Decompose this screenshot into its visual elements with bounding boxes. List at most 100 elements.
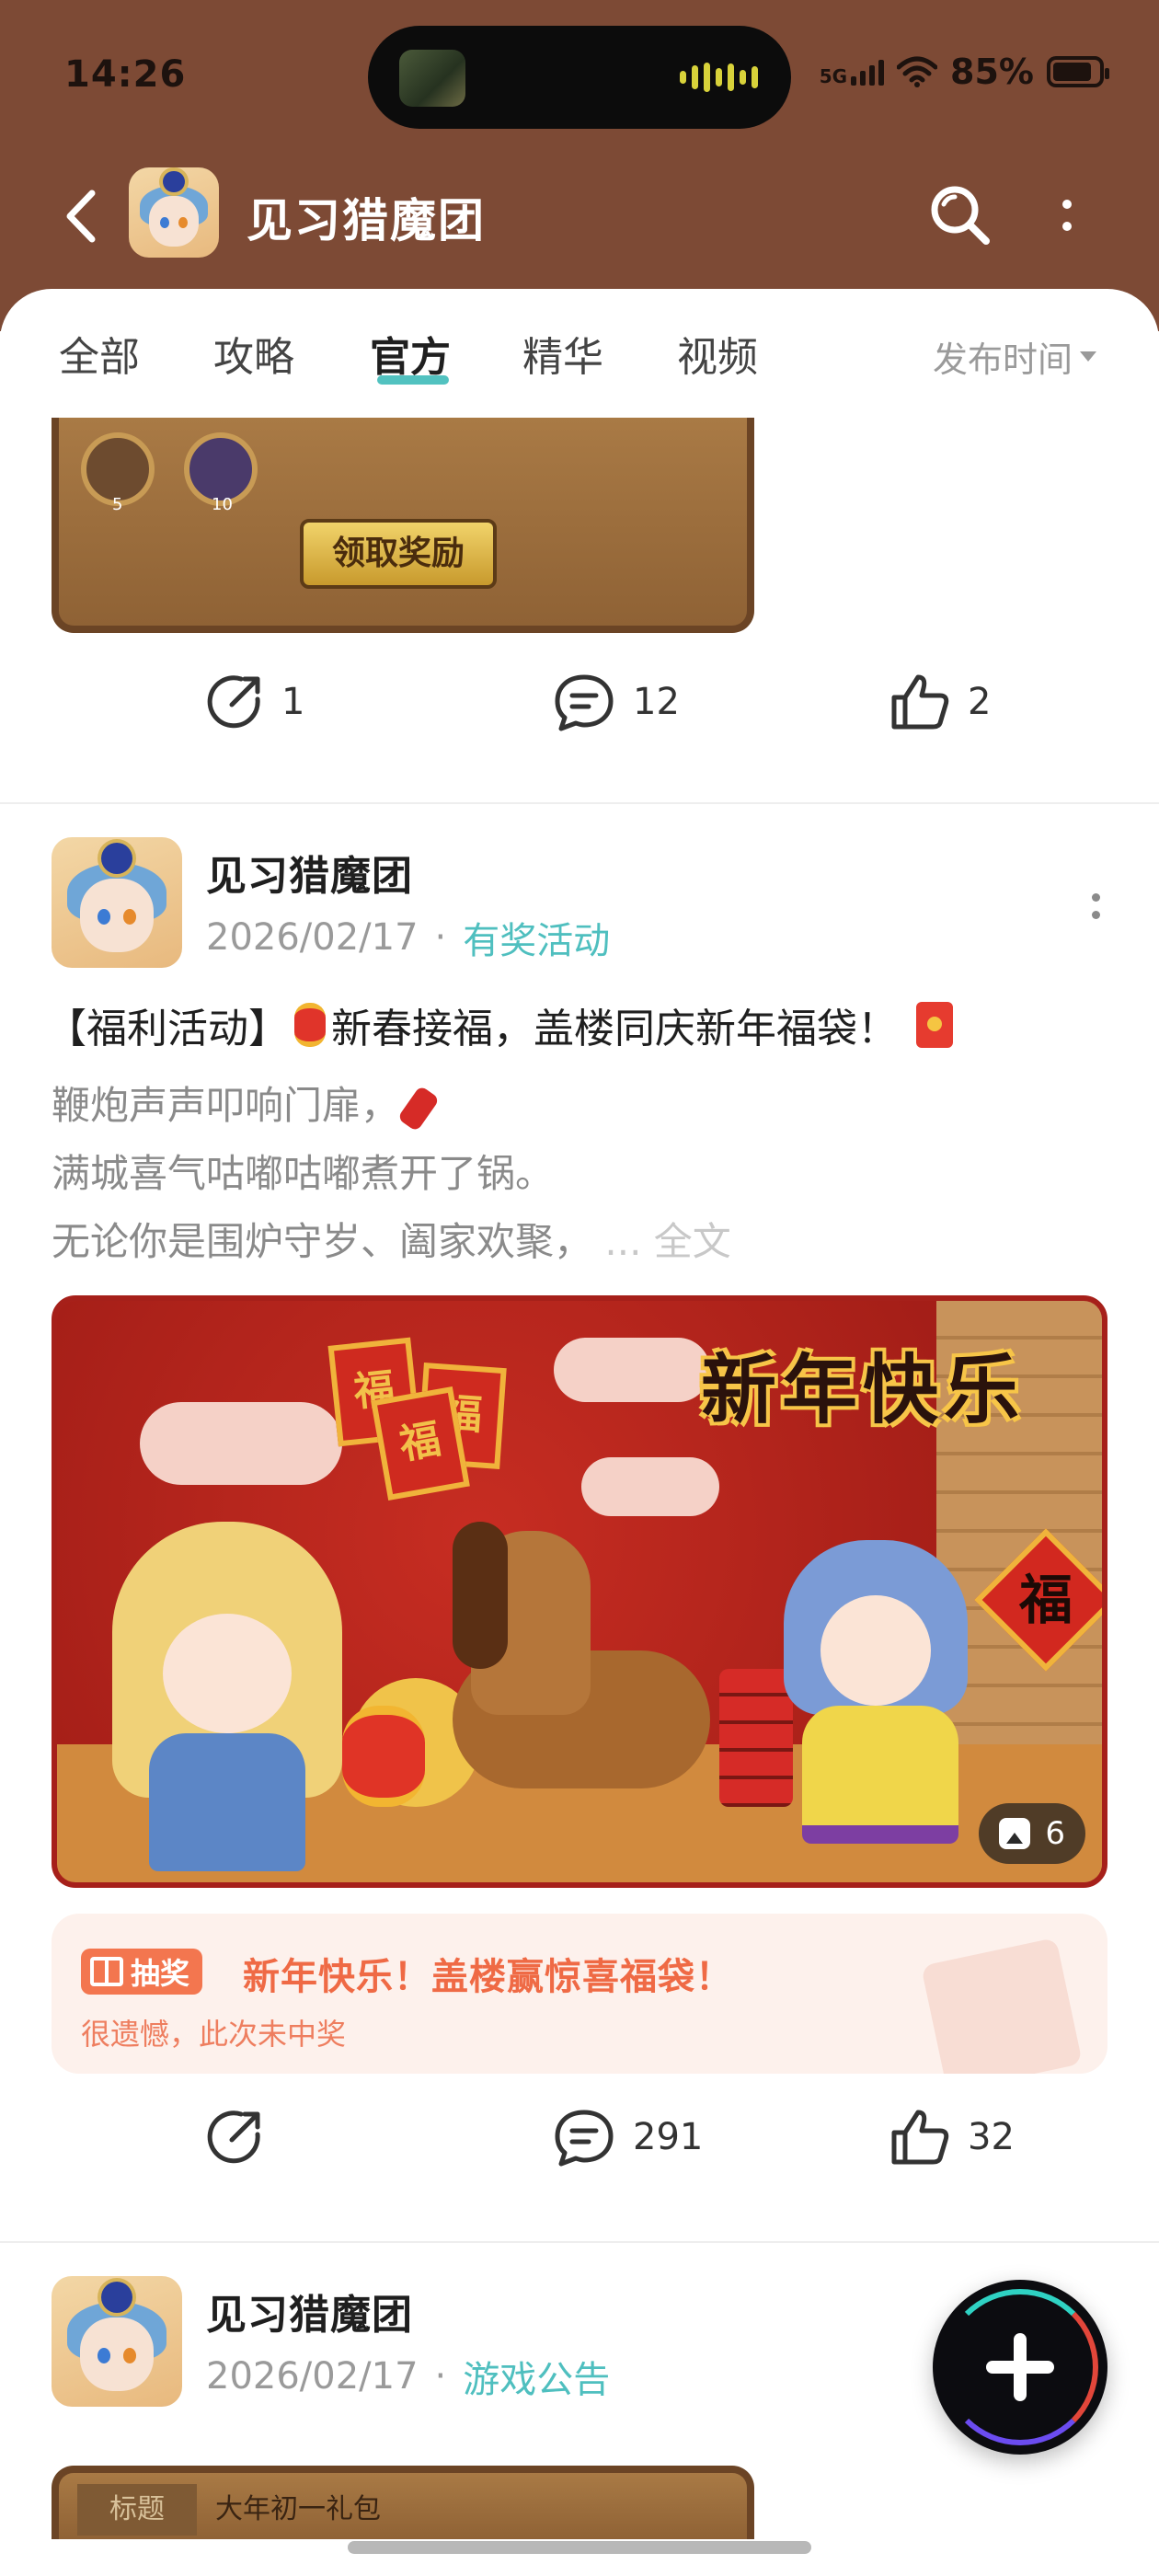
tab-official[interactable]: 官方 <box>370 324 451 383</box>
post-actions: 291 32 <box>0 2107 1159 2199</box>
comment-button[interactable]: 291 <box>552 2107 703 2168</box>
meta-separator: · <box>434 2355 447 2398</box>
post-image[interactable]: 5 10 领取奖励 <box>52 418 754 633</box>
more-vertical-icon[interactable] <box>1049 178 1085 252</box>
wifi-icon <box>897 56 938 87</box>
lottery-badge-label: 抽奖 <box>131 1956 190 1991</box>
like-button[interactable]: 32 <box>889 2107 1015 2168</box>
comment-count: 291 <box>633 2116 704 2158</box>
reward-count: 5 <box>112 495 123 514</box>
character-left <box>112 1522 342 1871</box>
cloud-shape <box>554 1338 710 1402</box>
post-image[interactable]: 标题 大年初一礼包 <box>52 2466 754 2539</box>
cloud-shape <box>581 1457 719 1516</box>
image-label-value: 大年初一礼包 <box>215 2493 381 2525</box>
status-time: 14:26 <box>64 53 187 96</box>
post-divider <box>0 2241 1159 2243</box>
battery-icon <box>1047 56 1109 87</box>
plus-icon <box>1014 2333 1027 2401</box>
share-button[interactable] <box>204 2107 281 2168</box>
battery-percent: 85% <box>950 52 1034 92</box>
horse-character <box>416 1512 719 1816</box>
post-more-icon[interactable] <box>1082 883 1109 929</box>
tab-all[interactable]: 全部 <box>59 324 140 383</box>
sort-label: 发布时间 <box>933 339 1073 380</box>
share-count: 1 <box>281 681 305 723</box>
post-actions: 1 12 2 <box>0 672 1159 764</box>
comment-icon <box>555 674 614 731</box>
tab-featured[interactable]: 精华 <box>522 324 603 383</box>
post-divider <box>0 802 1159 804</box>
audio-wave-icon <box>680 63 758 92</box>
reward-count: 10 <box>212 495 233 514</box>
network-label: 5G <box>819 65 848 87</box>
share-icon <box>207 675 260 729</box>
author-avatar[interactable] <box>52 2276 182 2407</box>
fu-card: 福 <box>371 1386 470 1501</box>
tab-bar: 全部 攻略 官方 精华 视频 发布时间 <box>0 289 1159 418</box>
post-header: 见习猎魔团 2026/02/17 · 有奖活动 <box>52 837 1109 975</box>
search-icon[interactable] <box>924 178 997 252</box>
image-icon <box>999 1818 1031 1849</box>
image-count: 6 <box>1045 1815 1065 1852</box>
post-title-text: 新春接福，盖楼同庆新年福袋！ <box>331 1006 898 1052</box>
meta-separator: · <box>434 916 447 959</box>
post-category-tag[interactable]: 有奖活动 <box>463 911 610 964</box>
status-bar: 14:26 5G 85% <box>0 0 1159 156</box>
comment-button[interactable]: 12 <box>552 672 680 732</box>
signal-icon <box>851 58 885 86</box>
share-icon <box>207 2110 260 2164</box>
comment-icon <box>555 2110 614 2167</box>
image-label: 标题 <box>77 2484 197 2536</box>
lottery-badge: 抽奖 <box>81 1949 203 1995</box>
author-name[interactable]: 见习猎魔团 <box>206 2282 413 2340</box>
author-name[interactable]: 见习猎魔团 <box>206 843 413 902</box>
create-post-button[interactable] <box>933 2280 1107 2455</box>
lottery-card[interactable]: 抽奖 新年快乐！盖楼赢惊喜福袋！ 很遗憾，此次未中奖 <box>52 1914 1107 2074</box>
post-category-tag[interactable]: 游戏公告 <box>463 2350 610 2403</box>
thumbs-up-icon <box>891 2110 949 2165</box>
author-avatar[interactable] <box>52 837 182 968</box>
excerpt-text: 无论你是围炉守岁、阖家欢聚， <box>52 1219 593 1264</box>
tab-guides[interactable]: 攻略 <box>213 324 294 383</box>
post-excerpt-line: 无论你是围炉守岁、阖家欢聚， ... 全文 <box>52 1211 731 1267</box>
lantern-icon <box>342 1706 425 1807</box>
tab-videos[interactable]: 视频 <box>677 324 758 383</box>
post-excerpt-line: 鞭炮声声叩响门扉， <box>52 1075 441 1132</box>
image-count-badge[interactable]: 6 <box>979 1803 1085 1864</box>
share-button[interactable]: 1 <box>204 672 304 732</box>
post-banner-image[interactable]: 福 福 福 新年快乐 福 6 <box>52 1295 1107 1888</box>
excerpt-text: 鞭炮声声叩响门扉， <box>52 1083 400 1128</box>
media-thumbnail <box>399 50 465 107</box>
post-date: 2026/02/17 <box>206 2355 419 2398</box>
dynamic-island[interactable] <box>368 26 791 129</box>
active-tab-indicator <box>377 375 449 385</box>
caret-down-icon <box>1080 351 1097 362</box>
post-title[interactable]: 【福利活动】 新春接福，盖楼同庆新年福袋！ <box>46 995 1131 1054</box>
home-indicator[interactable] <box>348 2541 811 2554</box>
post-meta: 2026/02/17 · 有奖活动 <box>206 911 610 964</box>
lottery-title: 新年快乐！盖楼赢惊喜福袋！ <box>243 1956 733 1998</box>
sort-dropdown[interactable]: 发布时间 <box>933 331 1097 382</box>
status-indicators: 5G 85% <box>819 52 1109 92</box>
character-right <box>775 1540 977 1844</box>
community-avatar[interactable] <box>129 167 219 258</box>
battery-fill <box>1053 63 1091 81</box>
claim-reward-button: 领取奖励 <box>300 519 497 589</box>
excerpt-text: 满城喜气咕嘟咕嘟煮开了锅。 <box>52 1151 555 1196</box>
read-more-link[interactable]: ... 全文 <box>604 1219 730 1264</box>
like-button[interactable]: 2 <box>889 672 991 732</box>
lantern-icon <box>294 1003 326 1047</box>
cloud-shape <box>140 1402 342 1485</box>
chevron-left-icon[interactable] <box>59 186 105 247</box>
gift-icon <box>90 1957 123 1986</box>
thumbs-up-icon <box>891 674 949 730</box>
post-meta: 2026/02/17 · 游戏公告 <box>206 2350 610 2403</box>
red-envelope-icon <box>916 1002 953 1048</box>
like-count: 32 <box>968 2116 1015 2158</box>
page-title: 见习猎魔团 <box>247 194 486 247</box>
like-count: 2 <box>968 681 992 723</box>
gift-icon <box>921 1937 1083 2074</box>
fu-character: 福 <box>1018 1569 1073 1631</box>
lottery-result: 很遗憾，此次未中奖 <box>81 2017 347 2052</box>
